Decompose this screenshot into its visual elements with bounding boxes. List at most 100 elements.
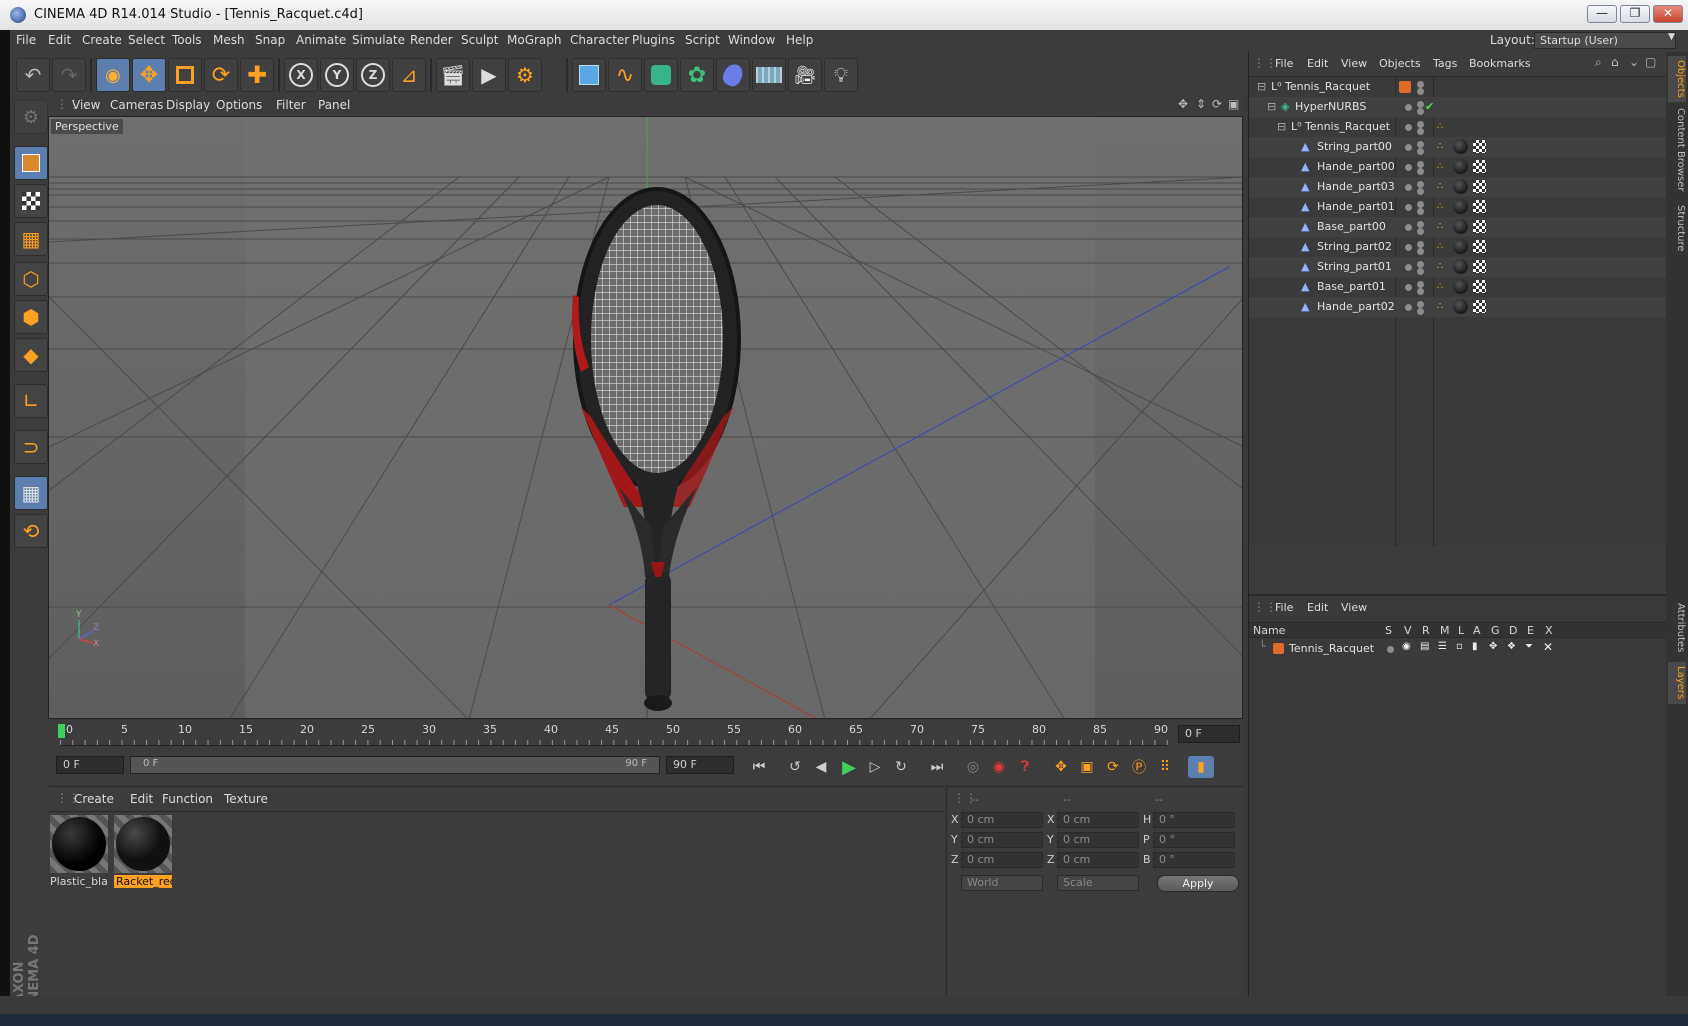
size-y-field[interactable]: 0 cm [1057, 832, 1139, 848]
tag-icon[interactable]: ∴ [1437, 217, 1443, 237]
locked-workplane-button[interactable]: ⟲ [14, 514, 48, 548]
viewport-menu-options[interactable]: Options [216, 98, 262, 112]
expression-icon[interactable]: ⏷ [1525, 641, 1533, 652]
add-environment-button[interactable] [752, 58, 786, 92]
render-view-button[interactable]: 🎬︎ [436, 58, 470, 92]
size-z-field[interactable]: 0 cm [1057, 852, 1139, 868]
tab-content-browser[interactable]: Content Browser [1668, 106, 1686, 194]
column-locked[interactable]: L [1458, 624, 1464, 637]
object-row[interactable]: ▲ String_part00 ∴ [1249, 137, 1667, 157]
menu-character[interactable]: Character [570, 33, 629, 47]
xref-icon[interactable]: ✕ [1543, 640, 1553, 654]
tag-icon[interactable]: ∴ [1437, 117, 1443, 137]
material-menu-create[interactable]: Create [74, 792, 114, 806]
previous-frame-button[interactable]: ◀ [808, 756, 834, 778]
menu-create[interactable]: Create [82, 33, 122, 47]
column-xref[interactable]: X [1545, 624, 1553, 637]
material-tag-icon[interactable] [1453, 239, 1468, 254]
timeline-ruler[interactable]: 0 5 10 15 20 25 30 35 40 45 50 55 60 65 … [48, 720, 1243, 748]
objects-menu-file[interactable]: File [1275, 57, 1293, 70]
close-button[interactable]: ✕ [1653, 5, 1683, 23]
uvw-tag-icon[interactable] [1473, 200, 1486, 213]
y-axis-button[interactable]: Y [320, 58, 354, 92]
menu-mesh[interactable]: Mesh [213, 33, 245, 47]
column-deformers[interactable]: D [1509, 624, 1517, 637]
workplane-mode-button[interactable]: ▦ [14, 222, 48, 256]
layers-menu-edit[interactable]: Edit [1307, 601, 1328, 614]
objects-menu-view[interactable]: View [1341, 57, 1367, 70]
object-row[interactable]: ▲ Hande_part02 ∴ [1249, 297, 1667, 317]
material-tag-icon[interactable] [1453, 139, 1468, 154]
tag-icon[interactable]: ∴ [1437, 297, 1443, 317]
uvw-tag-icon[interactable] [1473, 240, 1486, 253]
minimize-button[interactable]: — [1587, 5, 1617, 23]
material-tag-icon[interactable] [1453, 179, 1468, 194]
make-editable-button[interactable]: ⚙ [14, 100, 48, 134]
objects-menu-edit[interactable]: Edit [1307, 57, 1328, 70]
deformer-icon[interactable]: ❖ [1507, 641, 1516, 652]
viewport-menu-display[interactable]: Display [166, 98, 210, 112]
tab-attributes[interactable]: Attributes [1668, 600, 1686, 656]
start-frame-field[interactable]: 0 F [56, 756, 124, 774]
column-generators[interactable]: G [1491, 624, 1500, 637]
maximize-view-icon[interactable]: ▣ [1228, 97, 1239, 111]
object-row[interactable]: ▲ Hande_part03 ∴ [1249, 177, 1667, 197]
record-active-button[interactable]: ◎ [960, 756, 986, 778]
layout-select[interactable]: Startup (User) [1534, 32, 1676, 49]
manager-icon[interactable]: ☰ [1438, 641, 1447, 652]
size-x-field[interactable]: 0 cm [1057, 812, 1139, 828]
collapse-toggle-icon[interactable]: ⊟ [1267, 97, 1276, 117]
menu-sculpt[interactable]: Sculpt [461, 33, 498, 47]
add-deformer-button[interactable] [716, 58, 750, 92]
add-nurbs-button[interactable] [644, 58, 678, 92]
render-icon[interactable]: ▤ [1420, 641, 1429, 652]
object-row[interactable]: ▲ String_part01 ∴ [1249, 257, 1667, 277]
material-tag-icon[interactable] [1453, 299, 1468, 314]
menu-select[interactable]: Select [128, 33, 165, 47]
solo-dot[interactable] [1387, 646, 1394, 653]
object-row[interactable]: ⊟ L⁰ Tennis_Racquet ∴ [1249, 117, 1667, 137]
menu-tools[interactable]: Tools [172, 33, 202, 47]
material-tag-icon[interactable] [1453, 199, 1468, 214]
go-to-end-button[interactable]: ⏭ [924, 756, 950, 778]
coordinate-space-select[interactable]: World [961, 875, 1043, 891]
menu-window[interactable]: Window [728, 33, 775, 47]
object-row[interactable]: ▲ Base_part00 ∴ [1249, 217, 1667, 237]
uvw-tag-icon[interactable] [1473, 180, 1486, 193]
layers-menu-view[interactable]: View [1341, 601, 1367, 614]
column-animation[interactable]: A [1473, 624, 1481, 637]
model-mode-button[interactable] [14, 146, 48, 180]
objects-menu-objects[interactable]: Objects [1379, 57, 1421, 70]
collapse-toggle-icon[interactable]: ⊟ [1257, 77, 1266, 97]
material-tag-icon[interactable] [1453, 159, 1468, 174]
menu-snap[interactable]: Snap [255, 33, 285, 47]
live-selection-button[interactable]: ◉ [96, 58, 130, 92]
render-picture-viewer-button[interactable]: ▶ [472, 58, 506, 92]
object-row[interactable]: ⊟ ◈ HyperNURBS ✔ [1249, 97, 1667, 117]
snap-button[interactable]: ⊃ [14, 430, 48, 464]
key-parameter-button[interactable]: Ⓟ [1126, 756, 1152, 778]
maximize-button[interactable]: ❐ [1620, 5, 1650, 23]
rotation-b-field[interactable]: 0 ° [1153, 852, 1235, 868]
add-camera-button[interactable]: 🎥︎ [788, 58, 822, 92]
uvw-tag-icon[interactable] [1473, 140, 1486, 153]
points-mode-button[interactable]: ⬡ [14, 262, 48, 296]
column-solo[interactable]: S [1385, 624, 1392, 637]
menu-mograph[interactable]: MoGraph [507, 33, 562, 47]
object-row[interactable]: ▲ Base_part01 ∴ [1249, 277, 1667, 297]
menu-edit[interactable]: Edit [48, 33, 71, 47]
tag-icon[interactable]: ∴ [1437, 137, 1443, 157]
check-icon[interactable]: ✔ [1425, 97, 1434, 117]
tab-objects[interactable]: Objects [1668, 56, 1686, 102]
texture-mode-button[interactable] [14, 184, 48, 218]
column-manager[interactable]: M [1440, 624, 1450, 637]
material-swatch[interactable]: Plastic_blac [48, 815, 110, 889]
key-pla-button[interactable]: ⠿ [1152, 756, 1178, 778]
autokeying-button[interactable]: ◉ [986, 756, 1012, 778]
collapse-icon[interactable]: ⌄ [1629, 55, 1639, 69]
layer-row[interactable]: └ Tennis_Racquet ◉ ▤ ☰ ▫ ▮ ✥ ❖ ⏷ ✕ [1249, 640, 1667, 658]
edges-mode-button[interactable]: ⬢ [14, 300, 48, 334]
material-tag-icon[interactable] [1453, 259, 1468, 274]
key-rotation-button[interactable]: ⟳ [1100, 756, 1126, 778]
uvw-tag-icon[interactable] [1473, 160, 1486, 173]
